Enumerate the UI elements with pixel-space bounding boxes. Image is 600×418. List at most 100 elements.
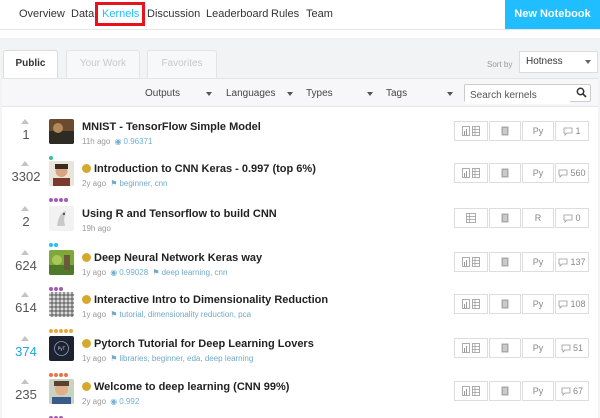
language-badge[interactable]: Py (522, 381, 554, 401)
sort-select[interactable]: Hotness (519, 51, 598, 73)
comments-button[interactable]: 560 (555, 163, 589, 183)
nav-overview[interactable]: Overview (19, 8, 65, 20)
comments-button[interactable]: 108 (555, 294, 589, 314)
kernel-thumbnail[interactable] (49, 119, 74, 144)
output-type-icon[interactable] (454, 163, 488, 183)
language-badge[interactable]: Py (522, 121, 554, 141)
search-icon[interactable] (576, 87, 587, 98)
comment-count: 67 (572, 386, 583, 396)
kernel-thumbnail[interactable] (49, 379, 74, 404)
tab-favorites[interactable]: Favorites (147, 50, 217, 78)
tier-dot (69, 329, 73, 333)
output-type-icon[interactable] (454, 294, 488, 314)
nav-rules[interactable]: Rules (271, 8, 299, 20)
notebook-icon[interactable] (489, 294, 521, 314)
nav-leaderboard[interactable]: Leaderboard (206, 8, 268, 20)
kernel-thumbnail[interactable] (49, 206, 74, 231)
svg-text:PyT: PyT (58, 346, 66, 351)
tier-dot (64, 373, 68, 377)
search-input[interactable] (465, 87, 570, 104)
tier-dot (54, 243, 58, 247)
notebook-icon[interactable] (489, 163, 521, 183)
filter-outputs[interactable]: Outputs (145, 88, 212, 99)
kernel-language: Py (532, 386, 544, 396)
tier-dot (54, 287, 58, 291)
language-badge[interactable]: Py (522, 252, 554, 272)
upvote-arrow-icon[interactable] (21, 292, 29, 297)
output-type-icon[interactable] (454, 208, 488, 228)
notebook-icon[interactable] (489, 208, 521, 228)
upvote-arrow-icon[interactable] (21, 119, 29, 124)
sort-by-label: Sort by (487, 60, 513, 69)
comment-count: 108 (570, 299, 586, 309)
upvote-arrow-icon[interactable] (21, 336, 29, 341)
notebook-icon[interactable] (489, 252, 521, 272)
kernel-tags[interactable]: deep learning, cnn (162, 268, 228, 277)
language-badge[interactable]: Py (522, 294, 554, 314)
kernel-age: 2y ago (82, 179, 107, 188)
kernel-title[interactable]: Interactive Intro to Dimensionality Redu… (94, 294, 328, 306)
output-type-icon[interactable] (454, 121, 488, 141)
filter-tags[interactable]: Tags (386, 88, 453, 99)
kernel-title[interactable]: MNIST - TensorFlow Simple Model (82, 121, 261, 133)
language-badge[interactable]: Py (522, 338, 554, 358)
kernel-tags[interactable]: libraries, beginner, eda, deep learning (119, 354, 253, 363)
language-badge[interactable]: R (522, 208, 554, 228)
upvote-arrow-icon[interactable] (21, 250, 29, 255)
filter-types[interactable]: Types (306, 88, 373, 99)
kernel-row: 614 Interactive Intro to Dimensionality … (2, 292, 598, 335)
tier-dot (54, 198, 58, 202)
author-tier (49, 189, 69, 202)
tab-public[interactable]: Public (3, 50, 58, 78)
upvote-arrow-icon[interactable] (21, 206, 29, 211)
output-type-icon[interactable] (454, 252, 488, 272)
nav-discussion[interactable]: Discussion (147, 8, 200, 20)
kernel-title[interactable]: Using R and Tensorflow to build CNN (82, 208, 277, 220)
kernel-title-wrap: Welcome to deep learning (CNN 99%) (82, 381, 289, 393)
kernel-thumbnail[interactable] (49, 292, 74, 317)
comments-button[interactable]: 0 (555, 208, 589, 228)
output-type-icon[interactable] (454, 338, 488, 358)
kernel-row: 2 Using R and Tensorflow to build CNN 19… (2, 206, 598, 249)
kernel-age: 1y ago (82, 268, 107, 277)
kernel-thumbnail[interactable] (49, 161, 74, 186)
author-tier (49, 320, 74, 333)
kernel-actions: Py 560 (454, 163, 590, 183)
comment-count: 0 (575, 213, 581, 223)
kernel-title[interactable]: Introduction to CNN Keras - 0.997 (top 6… (94, 163, 316, 175)
notebook-icon[interactable] (489, 121, 521, 141)
new-notebook-button[interactable]: New Notebook (505, 0, 600, 29)
nav-data[interactable]: Data (71, 8, 94, 20)
kernel-actions: Py 51 (454, 338, 590, 358)
kernel-language: Py (532, 257, 544, 267)
output-type-icon[interactable] (454, 381, 488, 401)
notebook-icon[interactable] (489, 338, 521, 358)
comments-button[interactable]: 1 (555, 121, 589, 141)
kernel-row: 1 MNIST - TensorFlow Simple Model 11h ag… (2, 119, 598, 162)
kernel-tags[interactable]: tutorial, dimensionality reduction, pca (119, 310, 251, 319)
tab-your-work[interactable]: Your Work (66, 50, 140, 78)
kernel-title-wrap: Pytorch Tutorial for Deep Learning Lover… (82, 338, 314, 350)
author-tier (49, 147, 54, 160)
filter-languages[interactable]: Languages (226, 88, 293, 99)
kernel-meta: 2y ago ⚑ beginner, cnn (82, 179, 167, 188)
comments-button[interactable]: 67 (555, 381, 589, 401)
kernel-title[interactable]: Pytorch Tutorial for Deep Learning Lover… (94, 338, 314, 350)
tier-dot (49, 329, 53, 333)
language-badge[interactable]: Py (522, 163, 554, 183)
top-nav: Overview Data Kernels Discussion Leaderb… (0, 0, 600, 30)
vote-count: 624 (15, 258, 37, 273)
comments-button[interactable]: 137 (555, 252, 589, 272)
upvote-arrow-icon[interactable] (21, 379, 29, 384)
kernel-thumbnail[interactable]: PyT (49, 336, 74, 361)
notebook-icon[interactable] (489, 381, 521, 401)
upvote-arrow-icon[interactable] (21, 161, 29, 166)
kernel-thumbnail[interactable] (49, 250, 74, 275)
kernel-title[interactable]: Deep Neural Network Keras way (94, 252, 262, 264)
nav-team[interactable]: Team (306, 8, 333, 20)
medal-icon (82, 295, 91, 304)
kernel-tags[interactable]: beginner, cnn (119, 179, 167, 188)
comment-count: 137 (570, 257, 586, 267)
comments-button[interactable]: 51 (555, 338, 589, 358)
kernel-title[interactable]: Welcome to deep learning (CNN 99%) (94, 381, 289, 393)
